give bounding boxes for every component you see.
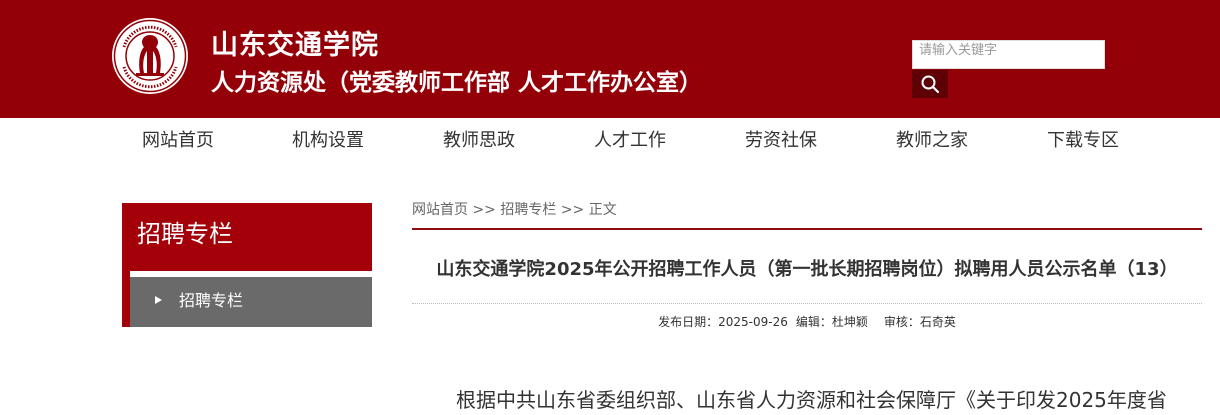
search-button[interactable] <box>912 70 948 98</box>
nav-item-downloads[interactable]: 下载专区 <box>1047 118 1119 164</box>
main-nav: 网站首页 机构设置 教师思政 人才工作 劳资社保 教师之家 下载专区 <box>0 118 1220 164</box>
breadcrumb-recruitment[interactable]: 招聘专栏 <box>500 202 556 218</box>
breadcrumb-home[interactable]: 网站首页 <box>412 202 468 218</box>
reviewer-label: 审核： <box>883 315 920 329</box>
editor-name: 杜坤颖 <box>831 315 868 329</box>
publish-date: 2025-09-26 <box>718 315 788 329</box>
article-body-paragraph: 根据中共山东省委组织部、山东省人力资源和社会保障厅《关于印发2025年度省 <box>456 388 1167 412</box>
search-input[interactable] <box>912 40 1105 69</box>
title-divider <box>412 228 1202 230</box>
breadcrumb: 网站首页 >> 招聘专栏 >> 正文 <box>412 200 617 220</box>
nav-item-home[interactable]: 网站首页 <box>142 118 214 164</box>
breadcrumb-current: 正文 <box>588 202 617 218</box>
department-name: 人力资源处（党委教师工作部 人才工作办公室） <box>211 69 703 96</box>
nav-item-teachers-home[interactable]: 教师之家 <box>896 118 968 164</box>
nav-item-talent-work[interactable]: 人才工作 <box>594 118 666 164</box>
article-meta: 发布日期：2025-09-26 编辑：杜坤颖 审核：石奇英 <box>412 313 1202 331</box>
nav-item-organization[interactable]: 机构设置 <box>292 118 364 164</box>
breadcrumb-separator: >> <box>472 202 496 218</box>
editor-label: 编辑： <box>795 315 832 329</box>
sidebar-item-recruitment[interactable]: 招聘专栏 <box>130 277 372 327</box>
site-name: 山东交通学院 <box>211 30 379 61</box>
meta-divider <box>412 303 1202 304</box>
sidebar-title: 招聘专栏 <box>137 220 233 248</box>
breadcrumb-separator: >> <box>560 202 585 218</box>
university-logo[interactable] <box>111 17 189 95</box>
nav-item-payroll-social-security[interactable]: 劳资社保 <box>745 118 817 164</box>
triangle-right-icon <box>155 296 162 304</box>
nav-item-teacher-ethics[interactable]: 教师思政 <box>443 118 515 164</box>
search-icon <box>921 75 940 94</box>
sidebar-item-label: 招聘专栏 <box>179 291 244 310</box>
reviewer-name: 石奇英 <box>919 315 956 329</box>
sidebar-accent-bar <box>122 271 130 327</box>
publish-date-label: 发布日期： <box>658 315 719 329</box>
article-title: 山东交通学院2025年公开招聘工作人员（第一批长期招聘岗位）拟聘用人员公示名单（… <box>436 259 1178 280</box>
